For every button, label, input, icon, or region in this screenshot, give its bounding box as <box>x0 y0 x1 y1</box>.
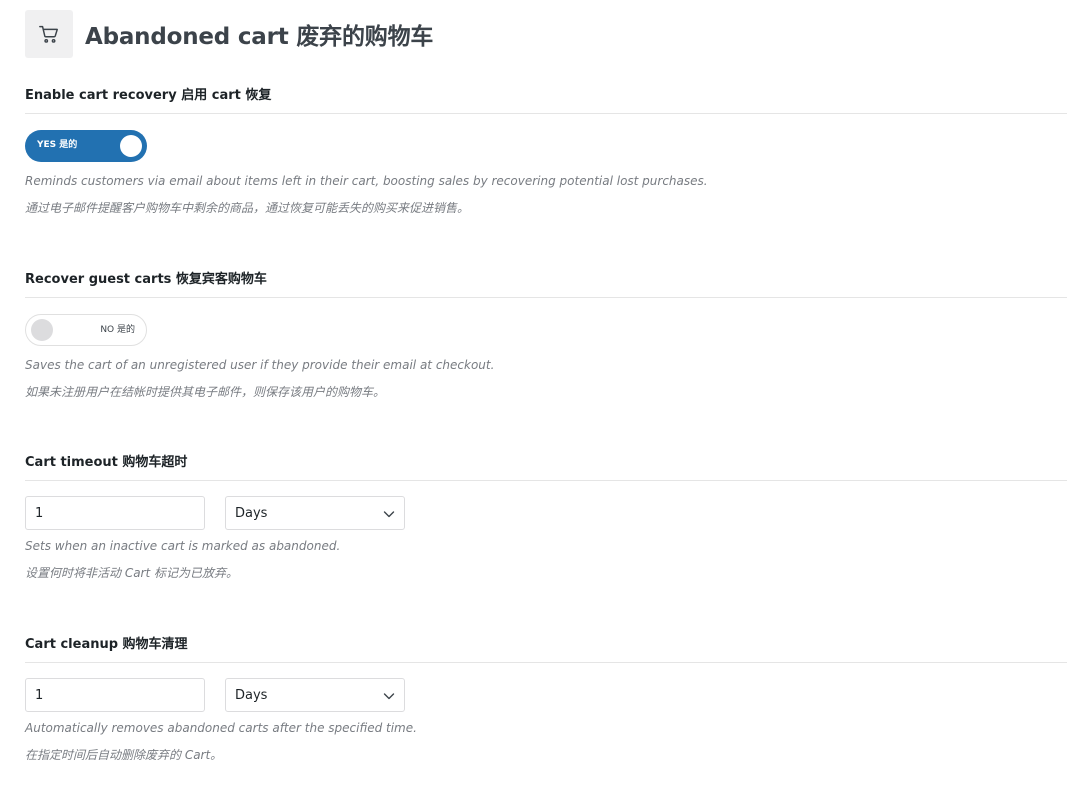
section-title: Enable cart recovery 启用 cart 恢复 <box>25 84 1067 114</box>
section-description-en: Saves the cart of an unregistered user i… <box>25 358 495 372</box>
timeout-field-row: Days <box>25 496 1067 530</box>
enable-cart-recovery-toggle[interactable]: YES 是的 <box>25 130 147 162</box>
section-description-zh: 设置何时将非活动 Cart 标记为已放弃。 <box>25 566 239 580</box>
recover-guest-carts-toggle[interactable]: NO 是的 <box>25 314 147 346</box>
section-title: Cart timeout 购物车超时 <box>25 451 1067 481</box>
page-header: Abandoned cart 废弃的购物车 <box>25 10 1067 58</box>
chevron-down-icon <box>383 693 395 700</box>
select-value: Days <box>235 505 268 521</box>
section-description-en: Sets when an inactive cart is marked as … <box>25 539 341 553</box>
toggle-label: YES 是的 <box>37 140 78 150</box>
section-title: Cart cleanup 购物车清理 <box>25 633 1067 663</box>
cart-icon <box>25 10 73 58</box>
timeout-unit-select[interactable]: Days <box>225 496 405 530</box>
toggle-label: NO 是的 <box>100 325 135 335</box>
cleanup-value-input[interactable] <box>25 678 205 712</box>
abandoned-cart-settings: Abandoned cart 废弃的购物车 Enable cart recove… <box>25 10 1067 769</box>
section-description-zh: 通过电子邮件提醒客户购物车中剩余的商品，通过恢复可能丢失的购买来促进销售。 <box>25 201 470 215</box>
section-description-en: Automatically removes abandoned carts af… <box>25 721 417 735</box>
timeout-value-input[interactable] <box>25 496 205 530</box>
toggle-knob <box>120 135 142 157</box>
page-title: Abandoned cart 废弃的购物车 <box>85 24 434 50</box>
enable-cart-recovery-section: Enable cart recovery 启用 cart 恢复 YES 是的 R… <box>25 84 1067 222</box>
select-value: Days <box>235 687 268 703</box>
section-description-zh: 如果未注册用户在结帐时提供其电子邮件，则保存该用户的购物车。 <box>25 385 386 399</box>
section-description-en: Reminds customers via email about items … <box>25 174 708 188</box>
cleanup-field-row: Days <box>25 678 1067 712</box>
cleanup-unit-select[interactable]: Days <box>225 678 405 712</box>
section-description-zh: 在指定时间后自动删除废弃的 Cart。 <box>25 748 223 762</box>
toggle-knob <box>31 319 53 341</box>
recover-guest-carts-section: Recover guest carts 恢复宾客购物车 NO 是的 Saves … <box>25 268 1067 406</box>
chevron-down-icon <box>383 511 395 518</box>
cart-timeout-section: Cart timeout 购物车超时 Days Sets when an ina… <box>25 451 1067 587</box>
section-title: Recover guest carts 恢复宾客购物车 <box>25 268 1067 298</box>
cart-cleanup-section: Cart cleanup 购物车清理 Days Automatically re… <box>25 633 1067 769</box>
